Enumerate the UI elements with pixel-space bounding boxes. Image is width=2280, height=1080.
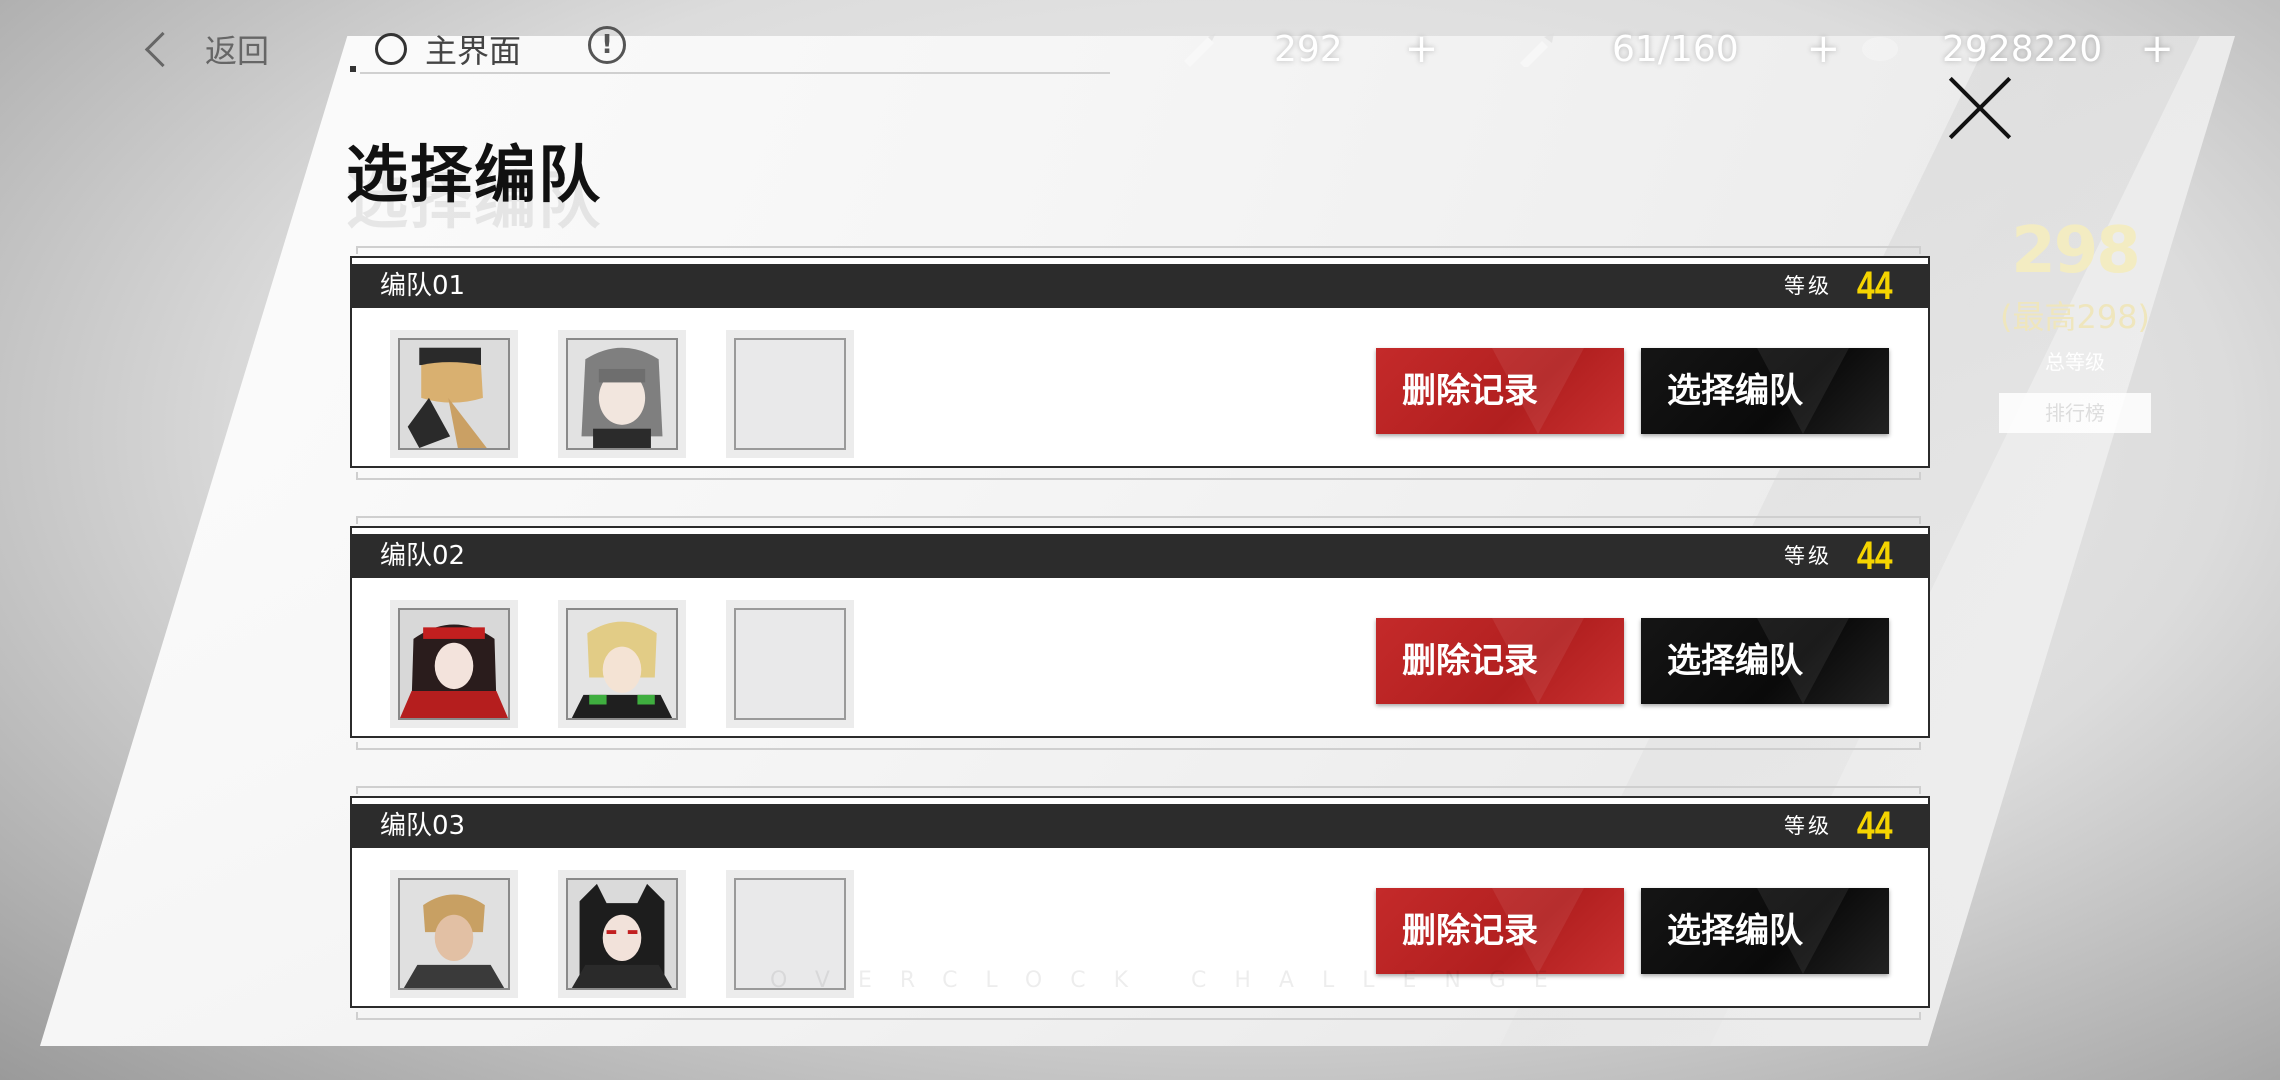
watermark-text: OVERCLOCK CHALLENGE — [770, 968, 1576, 993]
member-slot[interactable] — [558, 600, 686, 728]
coin-icon — [1862, 37, 1898, 61]
level-value: 44 — [1856, 264, 1892, 308]
member-slot[interactable] — [390, 330, 518, 458]
home-icon — [375, 33, 407, 65]
resource-coin: 2928220 + — [1858, 26, 2174, 72]
team-name: 编队02 — [380, 541, 466, 571]
select-team-button[interactable]: 选择编队 — [1641, 348, 1889, 434]
level-label: 等级 — [1784, 814, 1832, 838]
character-portrait — [398, 608, 510, 720]
add-resource-button[interactable]: + — [2140, 26, 2174, 72]
card-header: 编队02 等级 44 — [350, 534, 1930, 578]
delete-record-button[interactable]: 删除记录 — [1376, 348, 1624, 434]
level-value: 44 — [1856, 534, 1892, 578]
home-button[interactable]: 主界面 — [375, 26, 521, 72]
card-header: 编队03 等级 44 — [350, 804, 1930, 848]
team-card: 编队02 等级 44 删除记录 选择编队 — [350, 516, 1930, 750]
resource-pen: 292 + — [1178, 26, 1438, 72]
team-name: 编队03 — [380, 811, 466, 841]
team-card: 编队01 等级 44 删除记录 选择编队 — [350, 246, 1930, 480]
top-bar: 返回 主界面 ! 292 + 61/160 + 2928220 + — [0, 0, 2280, 100]
card-header: 编队01 等级 44 — [350, 264, 1930, 308]
character-portrait — [398, 338, 510, 450]
empty-slot-frame — [734, 608, 846, 720]
select-team-button[interactable]: 选择编队 — [1641, 888, 1889, 974]
chevron-left-icon — [144, 31, 181, 67]
divider-line — [360, 72, 1110, 74]
member-slot[interactable] — [558, 870, 686, 998]
card-frame — [356, 516, 1921, 524]
level-value: 44 — [1856, 804, 1892, 848]
character-portrait — [566, 608, 678, 720]
card-frame — [356, 742, 1921, 750]
delete-record-button[interactable]: 删除记录 — [1376, 888, 1624, 974]
card-frame — [356, 472, 1921, 480]
back-label: 返回 — [205, 32, 270, 70]
card-frame — [356, 786, 1921, 794]
leaderboard-button[interactable]: 排行榜 — [1999, 393, 2151, 433]
total-level-label: 总等级 — [2045, 350, 2105, 374]
card-frame — [356, 246, 1921, 254]
character-portrait — [398, 878, 510, 990]
empty-slot-frame — [734, 338, 846, 450]
member-slot[interactable] — [390, 870, 518, 998]
pen-icon — [1184, 33, 1216, 67]
select-team-button[interactable]: 选择编队 — [1641, 618, 1889, 704]
level-label: 等级 — [1784, 274, 1832, 298]
card-frame — [356, 1012, 1921, 1020]
empty-member-slot[interactable] — [726, 600, 854, 728]
total-level-value: 298 — [2011, 214, 2141, 288]
delete-record-button[interactable]: 删除记录 — [1376, 618, 1624, 704]
max-level-value: (最高298) — [1999, 298, 2151, 336]
level-label: 等级 — [1784, 544, 1832, 568]
close-icon[interactable] — [1944, 72, 2016, 144]
character-portrait — [566, 878, 678, 990]
member-slot[interactable] — [558, 330, 686, 458]
character-portrait — [566, 338, 678, 450]
member-slot[interactable] — [390, 600, 518, 728]
resource-stamina: 61/160 + — [1516, 26, 1840, 72]
resource-value: 2928220 — [1942, 28, 2103, 70]
empty-member-slot[interactable] — [726, 330, 854, 458]
add-resource-button[interactable]: + — [1807, 26, 1841, 72]
team-name: 编队01 — [380, 271, 466, 301]
home-label: 主界面 — [425, 32, 522, 70]
resource-value: 61/160 — [1612, 28, 1739, 70]
add-resource-button[interactable]: + — [1405, 26, 1439, 72]
divider-dot — [350, 66, 356, 72]
back-button[interactable]: 返回 — [140, 26, 269, 72]
syringe-icon — [1520, 33, 1554, 67]
info-icon[interactable]: ! — [588, 26, 626, 64]
page-title: 选择编队 — [346, 138, 603, 211]
ranking-panel: 298 (最高298) 总等级 排行榜 — [1990, 214, 2160, 433]
resource-value: 292 — [1274, 28, 1343, 70]
